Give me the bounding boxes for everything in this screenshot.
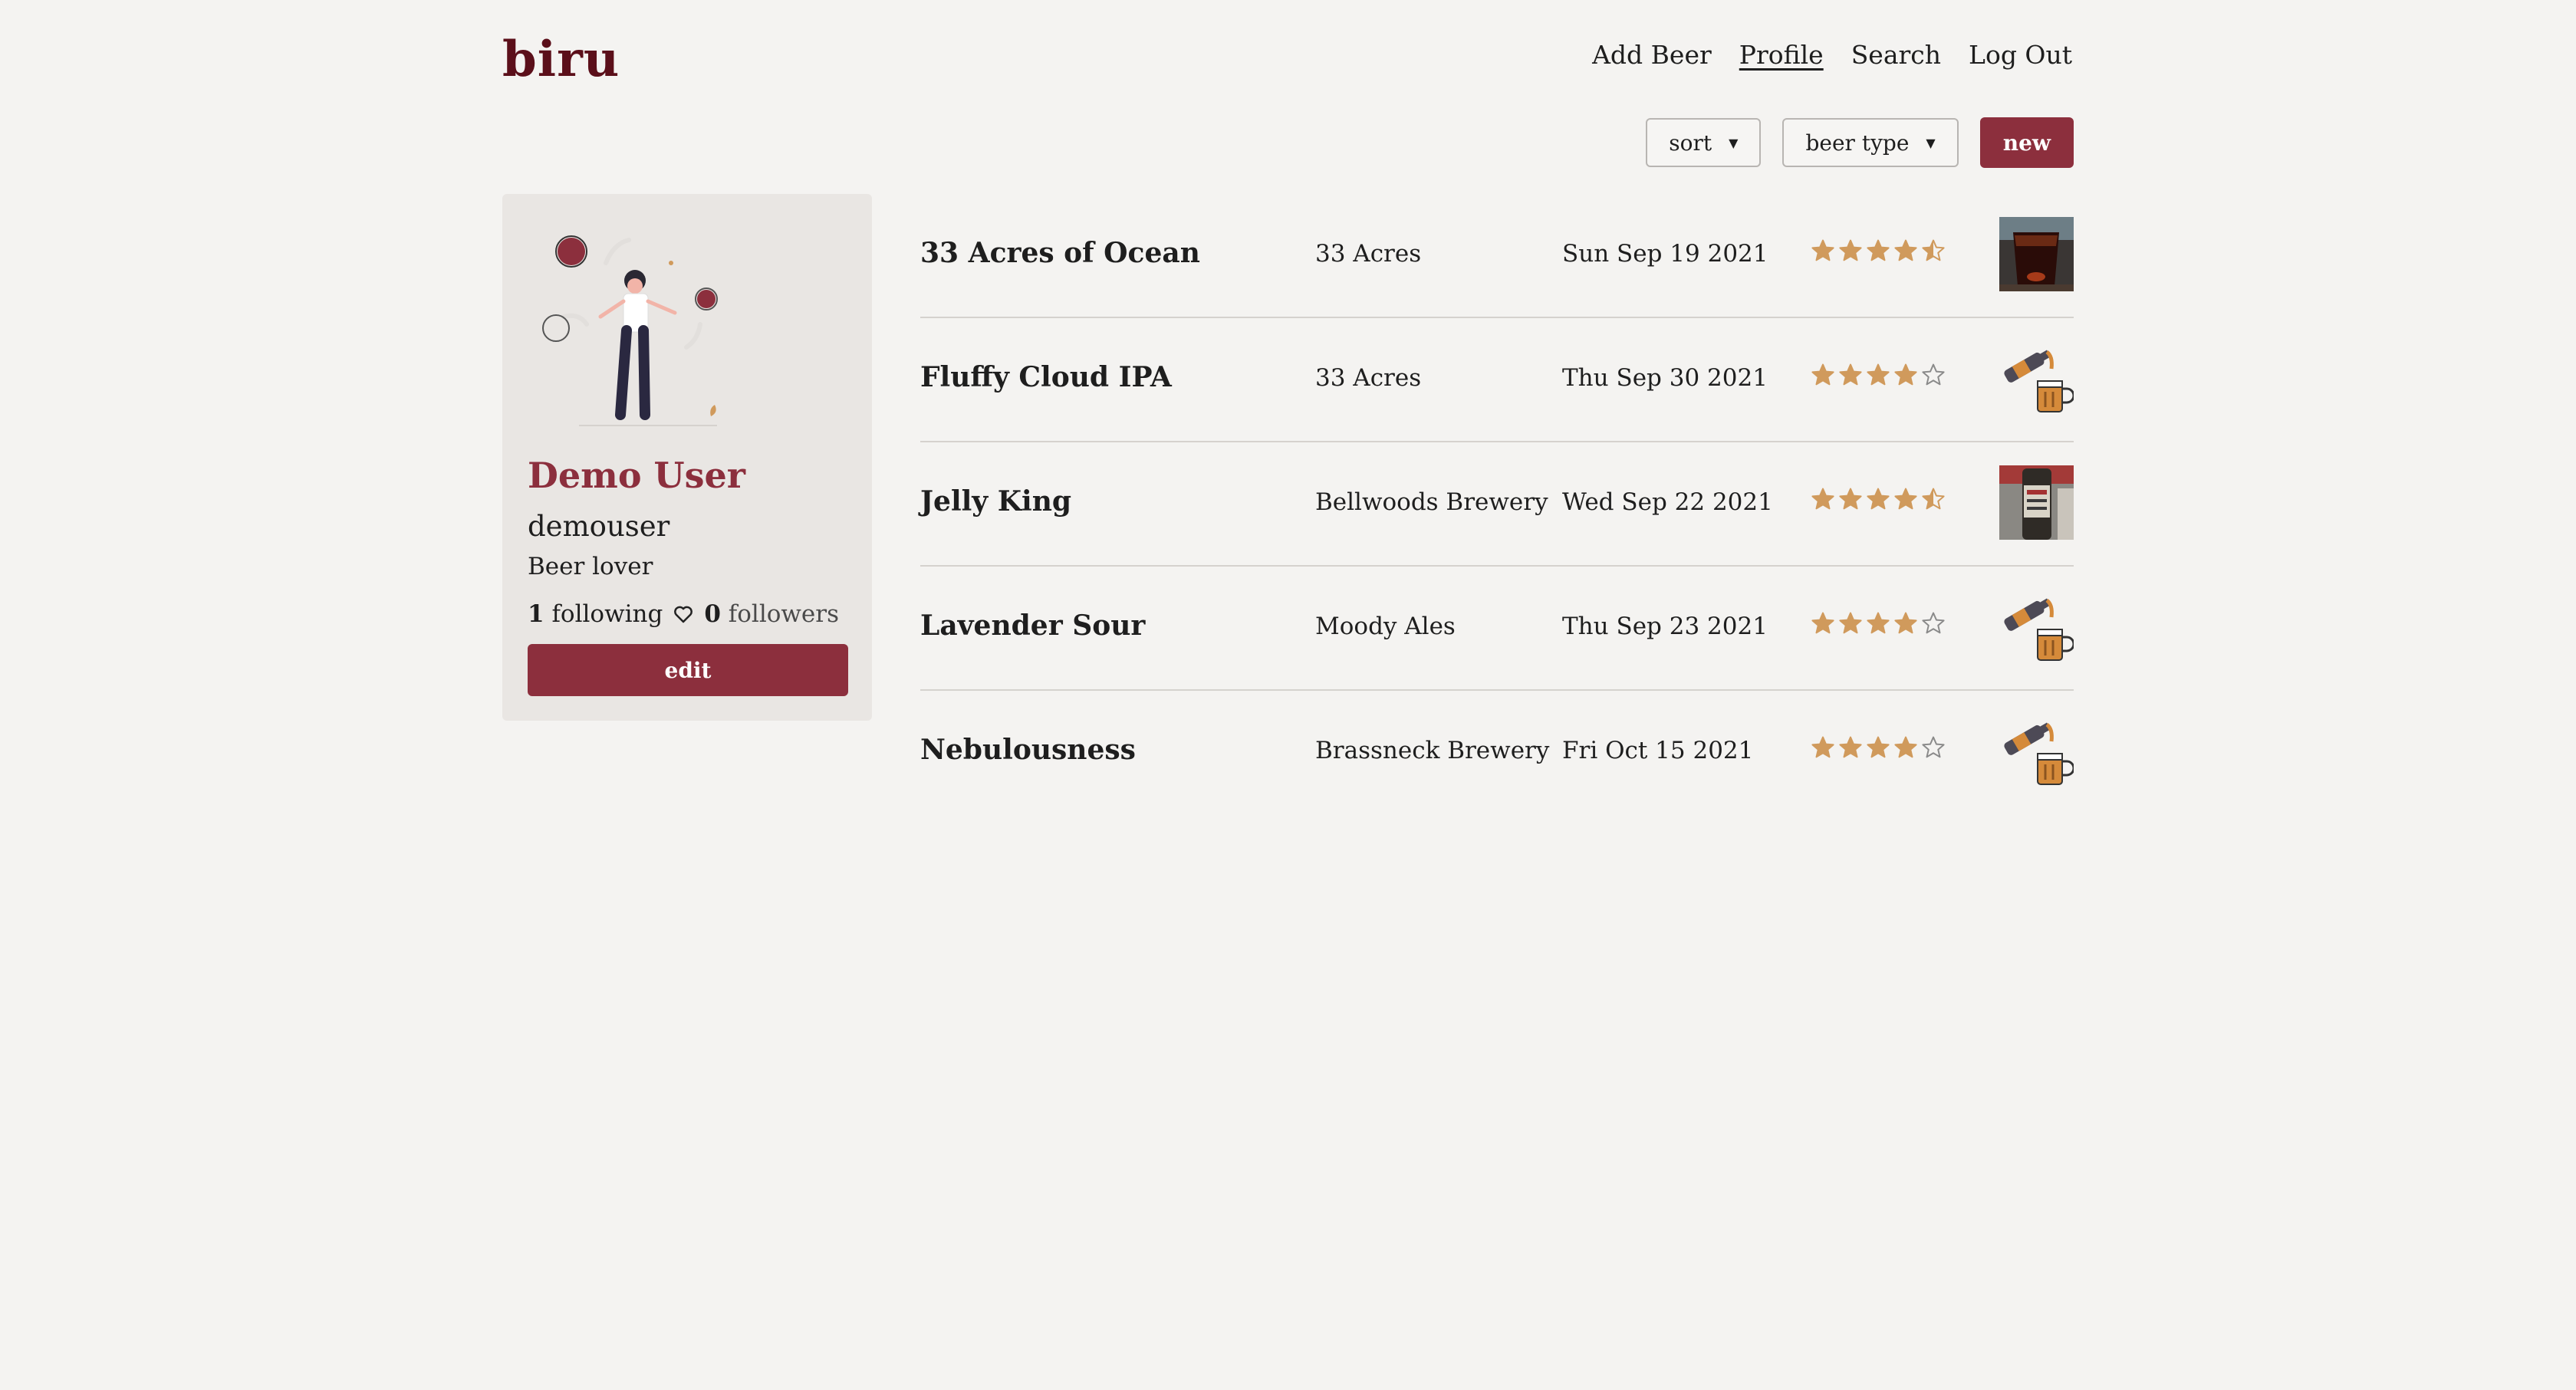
- beer-rating: [1810, 362, 1946, 388]
- star-filled-icon: [1839, 363, 1862, 386]
- beer-row[interactable]: Jelly King Bellwoods Brewery Wed Sep 22 …: [920, 442, 2074, 567]
- beer-name[interactable]: Jelly King: [920, 485, 1071, 518]
- beer-row[interactable]: Fluffy Cloud IPA 33 Acres Thu Sep 30 202…: [920, 318, 2074, 442]
- nav-profile[interactable]: Profile: [1739, 40, 1824, 70]
- heart-icon: [674, 606, 693, 623]
- beer-rating: [1810, 610, 1946, 636]
- following-link[interactable]: 1 following: [528, 600, 663, 628]
- beer-date: Sun Sep 19 2021: [1562, 240, 1768, 268]
- beer-date: Wed Sep 22 2021: [1562, 488, 1773, 516]
- followers-label: followers: [728, 600, 840, 628]
- star-empty-icon: [1922, 612, 1945, 634]
- followers-link[interactable]: 0 followers: [704, 600, 839, 628]
- star-filled-icon: [1894, 488, 1917, 510]
- star-filled-icon: [1811, 363, 1834, 386]
- star-half-icon: [1922, 239, 1945, 261]
- beer-brewery: Bellwoods Brewery: [1315, 488, 1548, 516]
- star-filled-icon: [1867, 612, 1890, 634]
- beer-thumbnail[interactable]: [1999, 714, 2074, 788]
- beer-rating: [1810, 734, 1946, 761]
- star-half-icon: [1922, 488, 1945, 510]
- beer-thumbnail[interactable]: [1999, 217, 2074, 291]
- beer-name[interactable]: 33 Acres of Ocean: [920, 237, 1200, 269]
- profile-card: Demo User demouser Beer lover 1 followin…: [502, 194, 872, 721]
- beer-pour-icon: [2004, 350, 2074, 412]
- beer-thumbnail[interactable]: [1999, 590, 2074, 664]
- beer-row[interactable]: Nebulousness Brassneck Brewery Fri Oct 1…: [920, 691, 2074, 815]
- star-filled-icon: [1811, 736, 1834, 758]
- beer-type-dropdown-label: beer type: [1805, 130, 1910, 156]
- profile-display-name: Demo User: [528, 455, 746, 496]
- beer-brewery: 33 Acres: [1315, 364, 1422, 392]
- star-empty-icon: [1922, 736, 1945, 758]
- star-filled-icon: [1867, 363, 1890, 386]
- nav-add-beer[interactable]: Add Beer: [1592, 40, 1712, 70]
- follow-stats: 1 following 0 followers: [528, 600, 839, 628]
- app-logo[interactable]: biru: [502, 31, 620, 88]
- profile-username: demouser: [528, 510, 670, 543]
- profile-bio: Beer lover: [528, 553, 653, 580]
- star-filled-icon: [1867, 736, 1890, 758]
- beer-date: Thu Sep 23 2021: [1562, 613, 1768, 640]
- star-filled-icon: [1839, 488, 1862, 510]
- nav-logout[interactable]: Log Out: [1969, 40, 2072, 70]
- star-filled-icon: [1867, 239, 1890, 261]
- beer-name[interactable]: Lavender Sour: [920, 610, 1145, 642]
- following-count: 1: [528, 600, 544, 628]
- star-filled-icon: [1839, 736, 1862, 758]
- star-filled-icon: [1867, 488, 1890, 510]
- sort-dropdown[interactable]: sort ▼: [1646, 118, 1762, 167]
- star-filled-icon: [1839, 612, 1862, 634]
- star-empty-icon: [1922, 363, 1945, 386]
- chevron-down-icon: ▼: [1729, 135, 1739, 150]
- star-filled-icon: [1894, 612, 1917, 634]
- sort-dropdown-label: sort: [1669, 130, 1712, 156]
- edit-profile-button[interactable]: edit: [528, 644, 848, 696]
- beer-list: 33 Acres of Ocean 33 Acres Sun Sep 19 20…: [920, 194, 2074, 815]
- star-filled-icon: [1894, 736, 1917, 758]
- bottle-photo-icon: [1999, 465, 2074, 540]
- beer-row[interactable]: 33 Acres of Ocean 33 Acres Sun Sep 19 20…: [920, 194, 2074, 318]
- beer-pour-icon: [2004, 722, 2074, 785]
- beer-thumbnail[interactable]: [1999, 465, 2074, 540]
- star-filled-icon: [1839, 239, 1862, 261]
- beer-rating: [1810, 238, 1946, 264]
- top-nav: Add Beer Profile Search Log Out: [1592, 40, 2072, 70]
- star-filled-icon: [1811, 612, 1834, 634]
- list-toolbar: sort ▼ beer type ▼ new: [1646, 117, 2074, 168]
- beer-rating: [1810, 486, 1946, 512]
- followers-count: 0: [704, 600, 721, 628]
- beer-photo-icon: [1999, 217, 2074, 291]
- beer-brewery: Brassneck Brewery: [1315, 737, 1550, 764]
- beer-brewery: 33 Acres: [1315, 240, 1422, 268]
- star-filled-icon: [1811, 488, 1834, 510]
- beer-date: Thu Sep 30 2021: [1562, 364, 1768, 392]
- chevron-down-icon: ▼: [1926, 135, 1936, 150]
- star-filled-icon: [1894, 363, 1917, 386]
- beer-row[interactable]: Lavender Sour Moody Ales Thu Sep 23 2021: [920, 567, 2074, 691]
- beer-pour-icon: [2004, 598, 2074, 661]
- beer-date: Fri Oct 15 2021: [1562, 737, 1754, 764]
- nav-search[interactable]: Search: [1851, 40, 1941, 70]
- beer-brewery: Moody Ales: [1315, 613, 1456, 640]
- star-filled-icon: [1894, 239, 1917, 261]
- star-filled-icon: [1811, 239, 1834, 261]
- beer-thumbnail[interactable]: [1999, 341, 2074, 416]
- beer-name[interactable]: Fluffy Cloud IPA: [920, 361, 1172, 393]
- beer-name[interactable]: Nebulousness: [920, 734, 1136, 766]
- beer-type-dropdown[interactable]: beer type ▼: [1782, 118, 1959, 167]
- profile-illustration-icon: [542, 235, 718, 426]
- new-beer-button[interactable]: new: [1979, 117, 2074, 168]
- following-label: following: [551, 600, 663, 628]
